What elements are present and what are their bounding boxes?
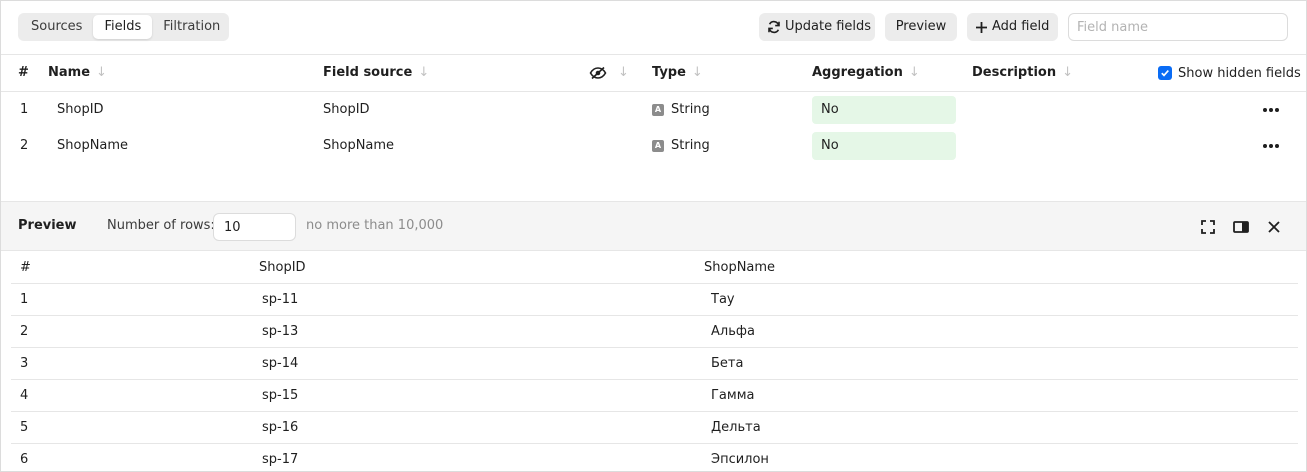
sort-arrow-icon: ↓ (96, 65, 107, 80)
tab-fields[interactable]: Fields (93, 15, 153, 39)
preview-cell-shopid: sp-13 (262, 324, 299, 339)
header-aggregation[interactable]: Aggregation ↓ (812, 55, 920, 91)
field-row: 1 ShopID ShopID A String No (1, 92, 1306, 128)
preview-row: 4 sp-15 Гамма (11, 380, 1298, 412)
header-hidden[interactable]: ↓ (589, 55, 629, 91)
preview-header-shopname: ShopName (704, 260, 776, 275)
tab-switcher: Sources Fields Filtration (18, 13, 229, 41)
preview-header-index: # (20, 260, 31, 275)
field-aggregation[interactable]: No (812, 96, 956, 124)
preview-cell-shopid: sp-14 (262, 356, 299, 371)
preview-cell-shopid: sp-15 (262, 388, 299, 403)
show-hidden-fields-label: Show hidden fields (1178, 65, 1301, 81)
sort-arrow-icon: ↓ (418, 65, 430, 80)
update-fields-label: Update fields (785, 19, 872, 34)
header-description-label: Description (972, 65, 1057, 80)
rows-count-input[interactable] (213, 213, 296, 241)
preview-row-index: 6 (20, 452, 29, 467)
sort-arrow-icon: ↓ (618, 65, 629, 80)
show-hidden-fields-toggle[interactable]: Show hidden fields (1158, 55, 1301, 91)
header-name[interactable]: Name ↓ (48, 55, 107, 91)
header-aggregation-label: Aggregation (812, 65, 903, 80)
fields-table-header: # Name ↓ Field source ↓ ↓ Type ↓ Aggrega… (1, 55, 1306, 92)
preview-row: 2 sp-13 Альфа (11, 316, 1298, 348)
refresh-icon (767, 20, 781, 34)
field-type-label: String (671, 138, 710, 153)
preview-title: Preview (18, 218, 77, 233)
field-name[interactable]: ShopName (57, 128, 128, 164)
side-panel-icon[interactable] (1233, 219, 1249, 235)
plus-icon (975, 21, 988, 34)
field-index: 2 (20, 138, 29, 153)
header-description[interactable]: Description ↓ (972, 55, 1073, 91)
header-type-label: Type (652, 65, 686, 80)
preview-cell-shopid: sp-16 (262, 420, 299, 435)
add-field-button[interactable]: Add field (967, 13, 1058, 41)
preview-table-header: # ShopID ShopName (11, 251, 1298, 284)
field-type[interactable]: A String (652, 92, 710, 128)
toolbar: Sources Fields Filtration Update fields … (1, 1, 1306, 55)
checkbox-checked-icon[interactable] (1158, 66, 1172, 80)
preview-cell-shopname: Дельта (711, 420, 761, 435)
sort-arrow-icon: ↓ (1062, 65, 1073, 80)
close-icon[interactable] (1266, 219, 1282, 235)
eye-off-icon (589, 66, 607, 80)
add-field-label: Add field (992, 19, 1050, 34)
dataset-editor: Sources Fields Filtration Update fields … (0, 0, 1307, 472)
header-index: # (18, 65, 29, 80)
preview-cell-shopname: Тау (711, 292, 735, 307)
more-options-icon[interactable] (1263, 128, 1281, 164)
preview-cell-shopname: Гамма (711, 388, 755, 403)
preview-button[interactable]: Preview (885, 13, 957, 41)
update-fields-button[interactable]: Update fields (759, 13, 875, 41)
tab-filtration[interactable]: Filtration (152, 15, 231, 39)
preview-row-index: 4 (20, 388, 29, 403)
header-name-label: Name (48, 65, 91, 80)
preview-row: 1 sp-11 Тау (11, 284, 1298, 316)
more-options-icon[interactable] (1263, 92, 1281, 128)
fullscreen-icon[interactable] (1200, 219, 1216, 235)
preview-panel-header: Preview Number of rows: no more than 10,… (1, 201, 1306, 251)
field-type-label: String (671, 102, 710, 117)
preview-header-shopid: ShopID (259, 260, 306, 275)
preview-row: 3 sp-14 Бета (11, 348, 1298, 380)
sort-arrow-icon: ↓ (908, 65, 920, 80)
header-type[interactable]: Type ↓ (652, 55, 703, 91)
field-type[interactable]: A String (652, 128, 710, 164)
preview-cell-shopname: Бета (711, 356, 744, 371)
preview-row-index: 5 (20, 420, 29, 435)
tab-sources[interactable]: Sources (20, 15, 93, 39)
preview-cell-shopid: sp-11 (262, 292, 299, 307)
field-name[interactable]: ShopID (57, 92, 104, 128)
preview-cell-shopid: sp-17 (262, 452, 299, 467)
preview-row-index: 2 (20, 324, 29, 339)
preview-row-index: 3 (20, 356, 29, 371)
header-field-source-label: Field source (323, 65, 413, 80)
string-type-icon: A (652, 104, 664, 116)
preview-row: 5 sp-16 Дельта (11, 412, 1298, 444)
field-source[interactable]: ShopID (323, 92, 370, 128)
sort-arrow-icon: ↓ (691, 65, 703, 80)
string-type-icon: A (652, 140, 664, 152)
rows-count-label: Number of rows: (107, 218, 215, 233)
field-row: 2 ShopName ShopName A String No (1, 128, 1306, 164)
field-source[interactable]: ShopName (323, 128, 394, 164)
field-name-search-input[interactable] (1068, 13, 1288, 41)
field-index: 1 (20, 102, 29, 117)
field-aggregation[interactable]: No (812, 132, 956, 160)
preview-row: 6 sp-17 Эпсилон (11, 444, 1298, 471)
preview-cell-shopname: Альфа (711, 324, 755, 339)
preview-cell-shopname: Эпсилон (711, 452, 769, 467)
preview-button-label: Preview (895, 19, 947, 34)
rows-limit-hint: no more than 10,000 (306, 218, 444, 233)
preview-row-index: 1 (20, 292, 29, 307)
header-field-source[interactable]: Field source ↓ (323, 55, 429, 91)
